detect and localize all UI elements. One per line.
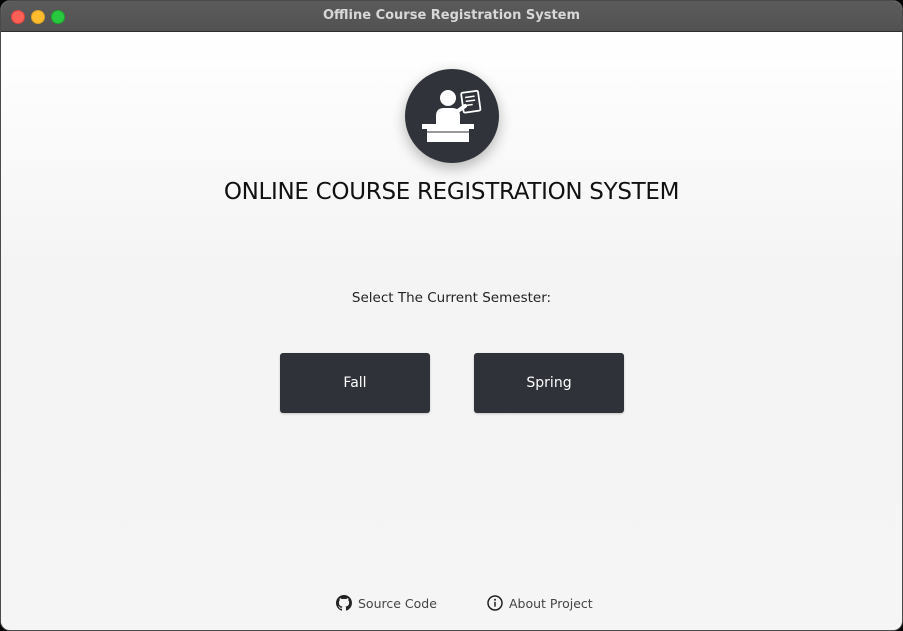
window-title: Offline Course Registration System	[322, 8, 581, 23]
page-title: ONLINE COURSE REGISTRATION SYSTEM	[223, 179, 680, 205]
app-logo	[405, 69, 499, 163]
main-content: ONLINE COURSE REGISTRATION SYSTEM Select…	[1, 32, 902, 630]
semester-prompt: Select The Current Semester:	[351, 290, 552, 306]
spring-semester-button[interactable]: Spring	[474, 353, 624, 413]
title-bar[interactable]: Offline Course Registration System	[1, 1, 902, 32]
github-icon	[336, 595, 352, 611]
source-code-link[interactable]: Source Code	[336, 595, 437, 611]
fall-semester-button[interactable]: Fall	[280, 353, 430, 413]
source-code-label: Source Code	[358, 595, 437, 611]
about-project-link[interactable]: About Project	[487, 595, 593, 611]
presenter-document-icon	[422, 89, 482, 142]
info-icon	[487, 595, 503, 611]
app-window: Offline Course Registration System ONLIN…	[0, 0, 903, 631]
about-project-label: About Project	[509, 595, 593, 611]
